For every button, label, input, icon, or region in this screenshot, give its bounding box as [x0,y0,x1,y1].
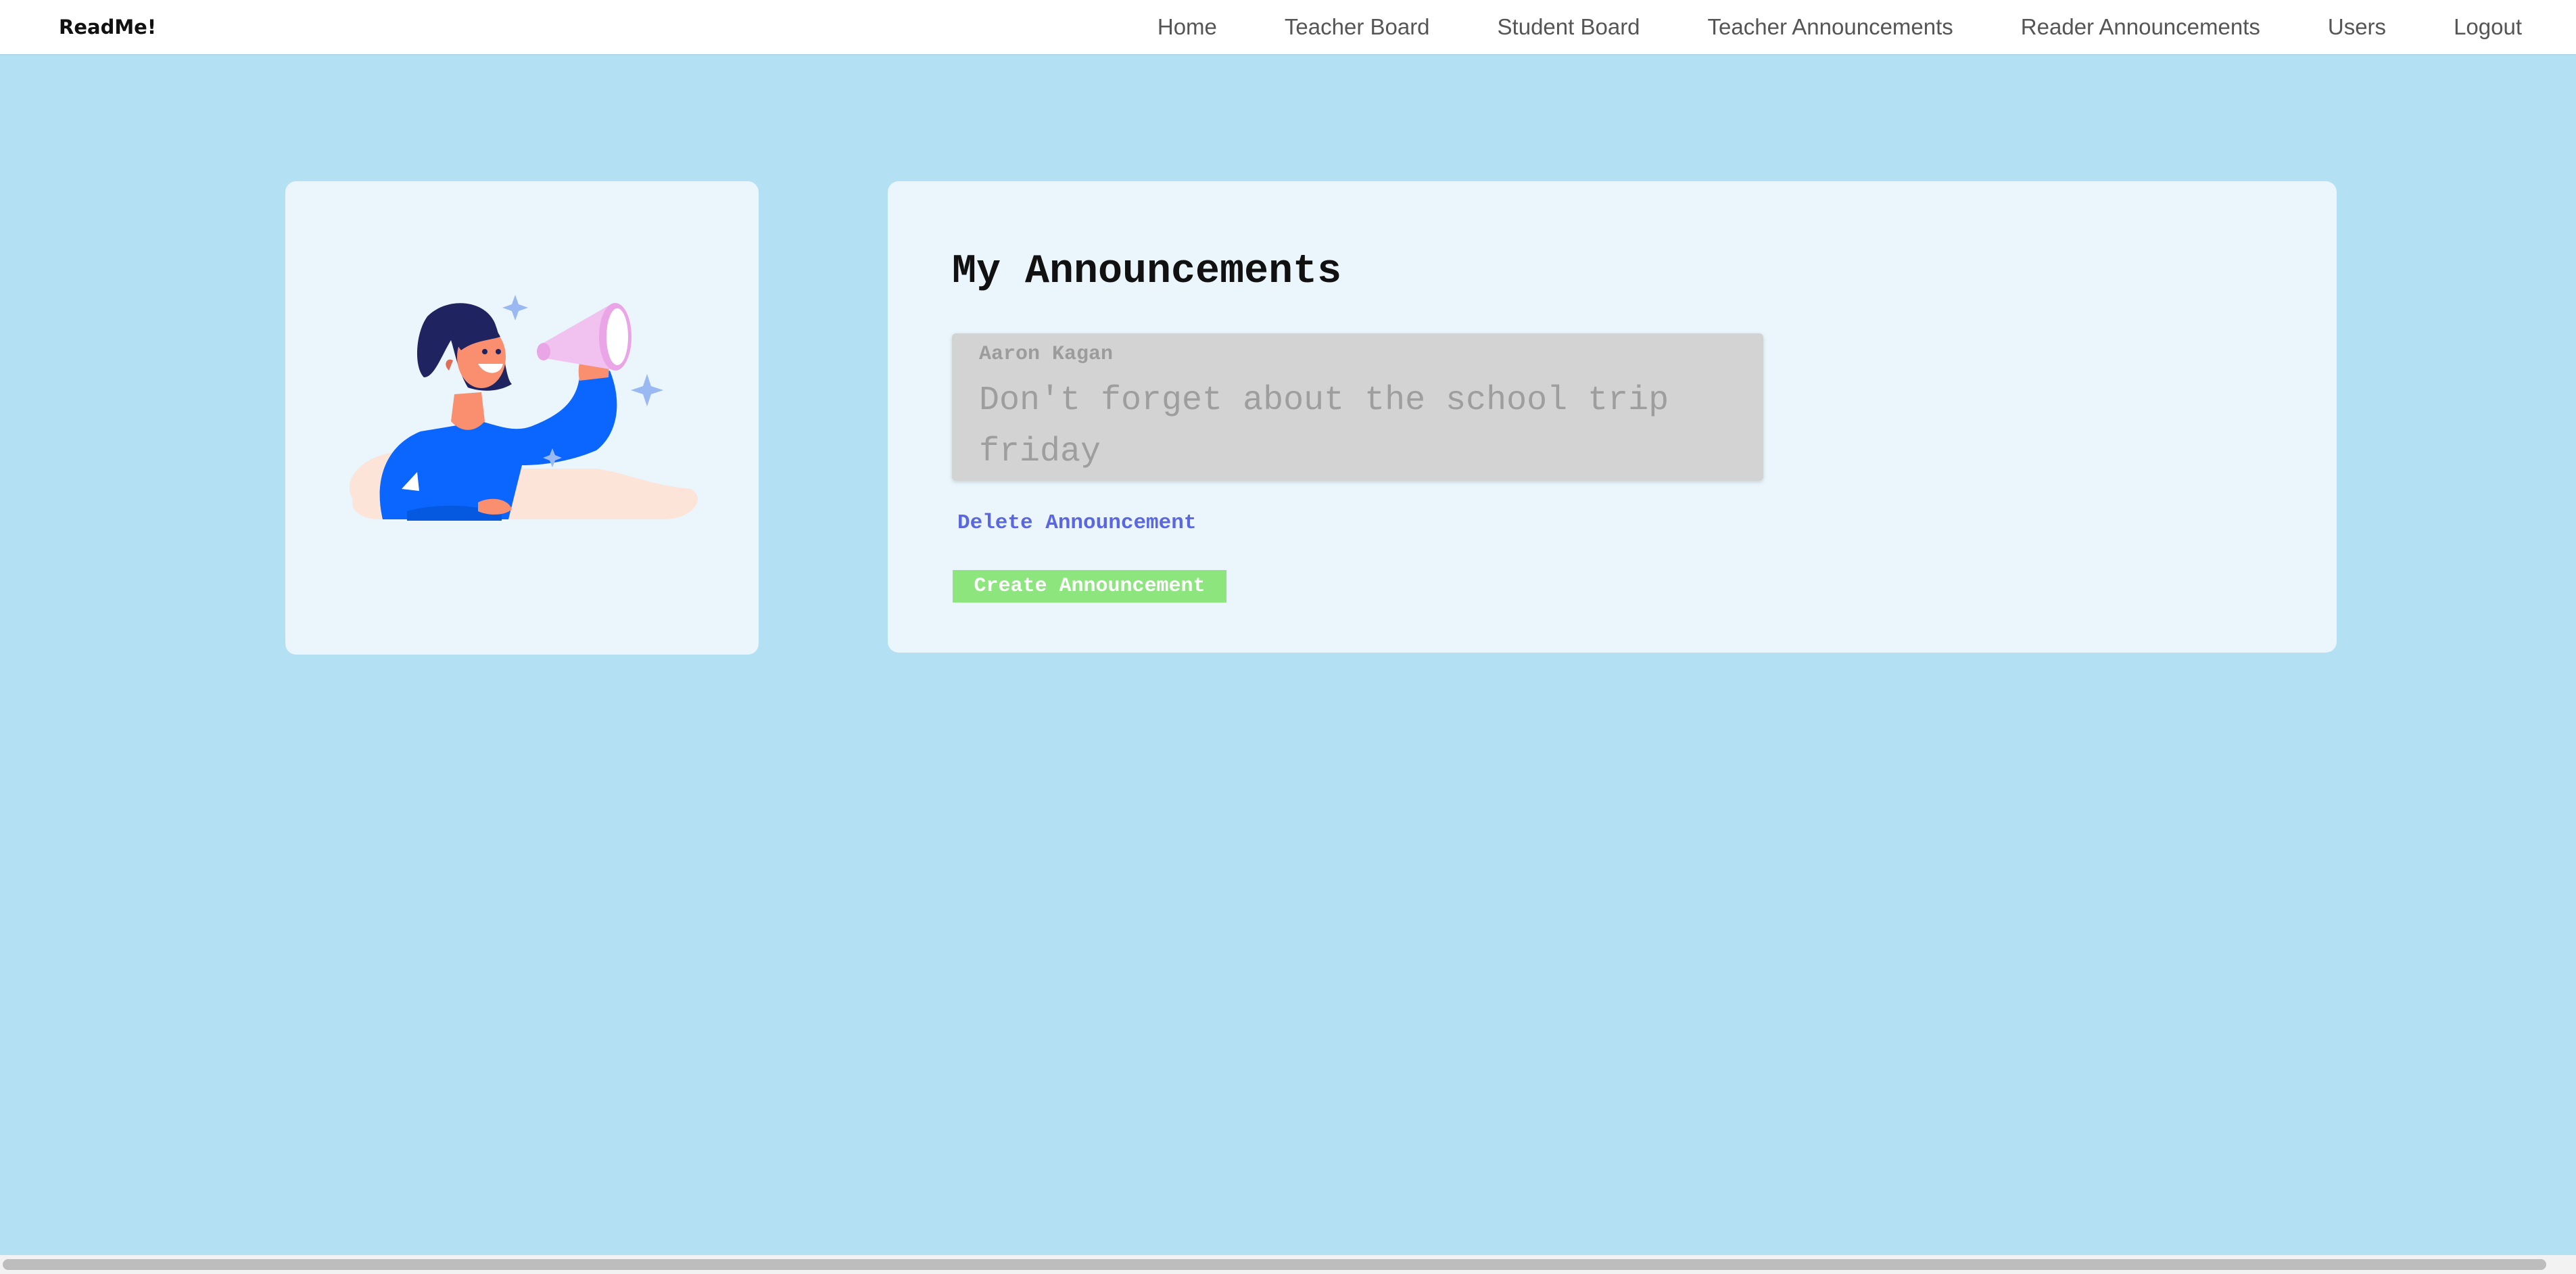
create-announcement-button[interactable]: Create Announcement [953,570,1226,603]
nav-link-home[interactable]: Home [1158,14,1217,40]
announcement-author: Aaron Kagan [979,343,1114,366]
nav-link-users[interactable]: Users [2328,14,2386,40]
announcement-item: Aaron Kagan Don't forget about the schoo… [952,333,1763,481]
horizontal-scrollbar[interactable] [0,1255,2576,1274]
nav-links: Home Teacher Board Student Board Teacher… [1090,0,2522,54]
top-navbar: ReadMe! Home Teacher Board Student Board… [0,0,2576,54]
page-title: My Announcements [952,249,1342,295]
nav-link-reader-announcements[interactable]: Reader Announcements [2021,14,2260,40]
nav-link-logout[interactable]: Logout [2454,14,2522,40]
announcements-card: My Announcements Aaron Kagan Don't forge… [888,181,2337,653]
brand-logo[interactable]: ReadMe! [59,15,156,39]
delete-announcement-link[interactable]: Delete Announcement [957,511,1196,535]
nav-link-student-board[interactable]: Student Board [1498,14,1640,40]
scrollbar-thumb[interactable] [3,1259,2546,1270]
announcement-text: Don't forget about the school trip frida… [979,381,1669,471]
illustration-card [285,181,759,655]
woman-with-megaphone-illustration [349,295,698,521]
nav-link-teacher-announcements[interactable]: Teacher Announcements [1708,14,1953,40]
nav-link-teacher-board[interactable]: Teacher Board [1285,14,1430,40]
